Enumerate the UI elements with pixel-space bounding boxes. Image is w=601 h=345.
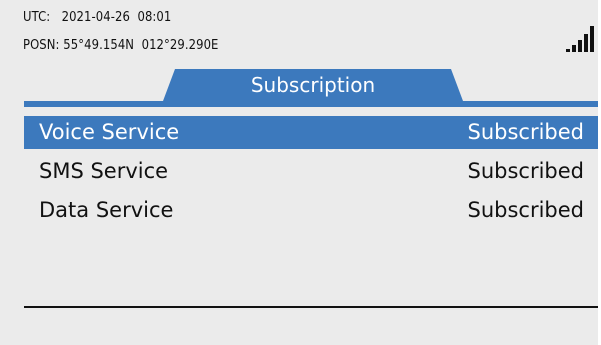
service-name: SMS Service [39, 159, 169, 183]
terminal-screen: UTC: 2021-04-26 08:01 POSN: 55°49.154N 0… [0, 0, 598, 345]
signal-bar [572, 45, 576, 52]
signal-bar [584, 34, 588, 52]
service-status: Subscribed [467, 198, 584, 222]
bottom-divider [24, 306, 598, 308]
signal-bar [566, 49, 570, 52]
service-list: Voice Service Subscribed SMS Service Sub… [24, 116, 598, 233]
tab-subscription[interactable]: Subscription [163, 69, 463, 101]
service-row-sms[interactable]: SMS Service Subscribed [24, 155, 598, 188]
service-status: Subscribed [467, 120, 584, 144]
service-name: Voice Service [39, 120, 180, 144]
signal-strength-icon [566, 26, 598, 52]
service-row-data[interactable]: Data Service Subscribed [24, 194, 598, 227]
signal-bar [578, 40, 582, 52]
signal-bar [590, 26, 594, 52]
service-name: Data Service [39, 198, 174, 222]
utc-readout: UTC: 2021-04-26 08:01 [23, 9, 172, 25]
position-readout: POSN: 55°49.154N 012°29.290E [23, 37, 219, 53]
tab-underline [24, 101, 598, 107]
service-row-voice[interactable]: Voice Service Subscribed [24, 116, 598, 149]
service-status: Subscribed [467, 159, 584, 183]
